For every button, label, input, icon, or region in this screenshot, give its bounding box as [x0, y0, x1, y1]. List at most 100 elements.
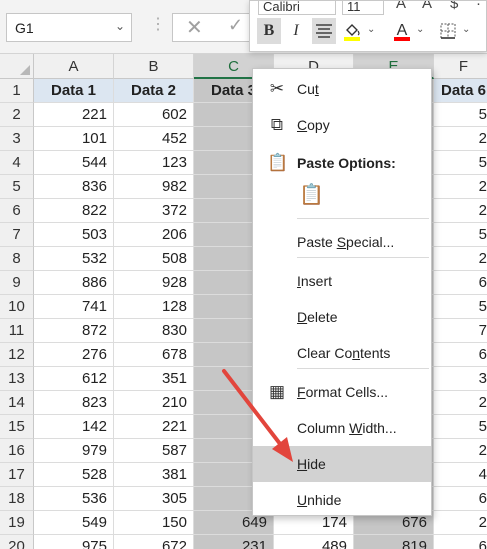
borders-button[interactable]: [436, 18, 460, 44]
table-cell[interactable]: 886: [34, 271, 114, 295]
enter-icon[interactable]: ✓: [228, 15, 243, 36]
table-cell[interactable]: 503: [34, 223, 114, 247]
table-cell[interactable]: 741: [34, 295, 114, 319]
table-cell[interactable]: 508: [114, 247, 194, 271]
align-center-button[interactable]: [312, 18, 336, 44]
table-cell[interactable]: 2: [434, 391, 487, 415]
header-cell[interactable]: Data 2: [114, 79, 194, 103]
menu-item-unhide[interactable]: Unhide: [253, 482, 431, 518]
menu-item-paste-special[interactable]: Paste Special...: [253, 224, 431, 260]
chevron-down-icon[interactable]: ⌄: [416, 24, 424, 35]
table-cell[interactable]: 6: [434, 487, 487, 511]
table-cell[interactable]: 3: [434, 367, 487, 391]
row-header[interactable]: 11: [0, 319, 34, 343]
table-cell[interactable]: 372: [114, 199, 194, 223]
table-cell[interactable]: 150: [114, 511, 194, 535]
table-cell[interactable]: 587: [114, 439, 194, 463]
table-cell[interactable]: 5: [434, 223, 487, 247]
row-header[interactable]: 8: [0, 247, 34, 271]
menu-item-delete[interactable]: Delete: [253, 299, 431, 335]
row-header[interactable]: 18: [0, 487, 34, 511]
table-cell[interactable]: 549: [34, 511, 114, 535]
row-header[interactable]: 20: [0, 535, 34, 549]
header-cell[interactable]: Data 6: [434, 79, 487, 103]
accounting-format-icon[interactable]: $: [450, 1, 458, 12]
table-cell[interactable]: 101: [34, 127, 114, 151]
table-cell[interactable]: 2: [434, 439, 487, 463]
column-header-a[interactable]: A: [34, 54, 114, 79]
table-cell[interactable]: 276: [34, 343, 114, 367]
column-header-f[interactable]: F: [434, 54, 487, 79]
table-cell[interactable]: 678: [114, 343, 194, 367]
table-cell[interactable]: 612: [34, 367, 114, 391]
table-cell[interactable]: 823: [34, 391, 114, 415]
table-cell[interactable]: 2: [434, 199, 487, 223]
table-cell[interactable]: 452: [114, 127, 194, 151]
column-header-b[interactable]: B: [114, 54, 194, 79]
table-cell[interactable]: 819: [354, 535, 434, 549]
row-header[interactable]: 6: [0, 199, 34, 223]
table-cell[interactable]: 2: [434, 511, 487, 535]
table-cell[interactable]: 231: [194, 535, 274, 549]
chevron-down-icon[interactable]: ⌄: [115, 19, 125, 33]
table-cell[interactable]: 5: [434, 295, 487, 319]
cancel-icon[interactable]: ✕: [186, 15, 203, 40]
row-header[interactable]: 13: [0, 367, 34, 391]
menu-item-paste-keep-source[interactable]: 📋: [253, 179, 431, 215]
table-cell[interactable]: 351: [114, 367, 194, 391]
bold-button[interactable]: B: [257, 18, 281, 44]
table-cell[interactable]: 2: [434, 175, 487, 199]
fill-color-button[interactable]: [340, 18, 364, 44]
table-cell[interactable]: 142: [34, 415, 114, 439]
table-cell[interactable]: 836: [34, 175, 114, 199]
increase-font-icon[interactable]: A: [396, 1, 406, 12]
row-header[interactable]: 19: [0, 511, 34, 535]
menu-item-clear-contents[interactable]: Clear Contents: [253, 335, 431, 371]
row-header[interactable]: 16: [0, 439, 34, 463]
table-cell[interactable]: 822: [34, 199, 114, 223]
menu-item-copy[interactable]: ⧉ Copy: [253, 107, 431, 143]
table-cell[interactable]: 210: [114, 391, 194, 415]
table-cell[interactable]: 381: [114, 463, 194, 487]
menu-item-format-cells[interactable]: ▦ Format Cells...: [253, 374, 431, 410]
table-cell[interactable]: 830: [114, 319, 194, 343]
table-cell[interactable]: 532: [34, 247, 114, 271]
table-cell[interactable]: 6: [434, 271, 487, 295]
menu-item-hide[interactable]: Hide: [253, 446, 431, 482]
menu-item-column-width[interactable]: Column Width...: [253, 410, 431, 446]
row-header[interactable]: 3: [0, 127, 34, 151]
table-cell[interactable]: 544: [34, 151, 114, 175]
font-size-box[interactable]: 11: [342, 1, 384, 15]
row-header[interactable]: 17: [0, 463, 34, 487]
row-header[interactable]: 2: [0, 103, 34, 127]
row-header[interactable]: 4: [0, 151, 34, 175]
header-cell[interactable]: Data 1: [34, 79, 114, 103]
table-cell[interactable]: 221: [114, 415, 194, 439]
select-all-corner[interactable]: [0, 54, 34, 79]
table-cell[interactable]: 6: [434, 343, 487, 367]
menu-item-cut[interactable]: ✂ Cut: [253, 71, 431, 107]
table-cell[interactable]: 128: [114, 295, 194, 319]
row-header[interactable]: 12: [0, 343, 34, 367]
italic-button[interactable]: I: [284, 18, 308, 44]
table-cell[interactable]: 536: [34, 487, 114, 511]
more-icon[interactable]: ·: [476, 1, 481, 12]
row-header[interactable]: 7: [0, 223, 34, 247]
table-cell[interactable]: 206: [114, 223, 194, 247]
row-header[interactable]: 10: [0, 295, 34, 319]
table-cell[interactable]: 221: [34, 103, 114, 127]
table-cell[interactable]: 928: [114, 271, 194, 295]
table-cell[interactable]: 489: [274, 535, 354, 549]
table-cell[interactable]: 4: [434, 463, 487, 487]
table-cell[interactable]: 528: [34, 463, 114, 487]
row-header[interactable]: 5: [0, 175, 34, 199]
row-header[interactable]: 15: [0, 415, 34, 439]
decrease-font-icon[interactable]: A: [422, 1, 432, 12]
table-cell[interactable]: 7: [434, 319, 487, 343]
chevron-down-icon[interactable]: ⌄: [367, 24, 375, 35]
table-cell[interactable]: 305: [114, 487, 194, 511]
table-cell[interactable]: 5: [434, 103, 487, 127]
table-cell[interactable]: 975: [34, 535, 114, 549]
table-cell[interactable]: 602: [114, 103, 194, 127]
name-box[interactable]: G1 ⌄: [6, 13, 132, 42]
